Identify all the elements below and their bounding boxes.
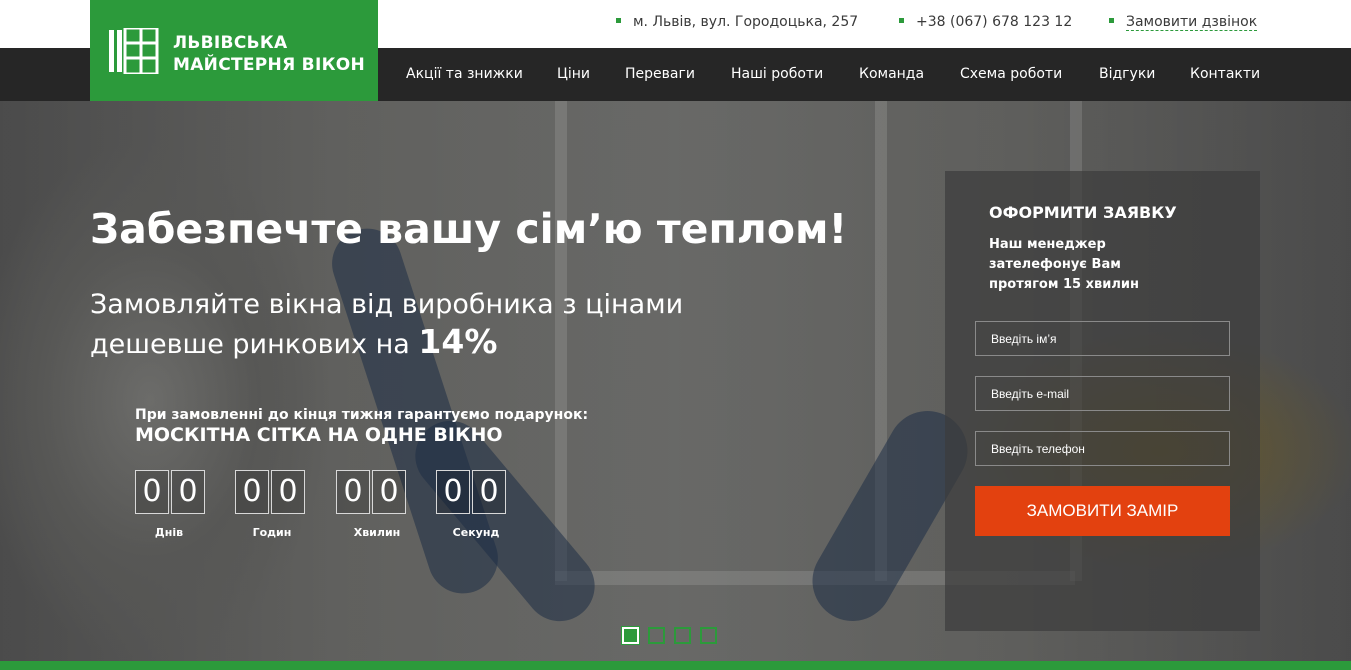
order-measurement-button[interactable]: ЗАМОВИТИ ЗАМІР (975, 486, 1230, 536)
name-input[interactable] (975, 321, 1230, 356)
timer-digit: 0 (372, 470, 406, 514)
nav-item-contacts[interactable]: Контакти (1190, 66, 1260, 82)
timer-label-minutes: Хвилин (353, 526, 401, 539)
timer-digit: 0 (472, 470, 506, 514)
nav-item-our-works[interactable]: Наші роботи (731, 66, 823, 82)
nav-item-promotions[interactable]: Акції та знижки (406, 66, 523, 82)
timer-digit: 0 (436, 470, 470, 514)
callback-info[interactable]: Замовити дзвінок (1109, 14, 1258, 31)
nav-item-prices[interactable]: Ціни (557, 66, 590, 82)
discount-percent: 14% (418, 322, 498, 361)
address-info: м. Львів, вул. Городоцька, 257 (616, 14, 858, 30)
timer-label-days: Днів (154, 526, 184, 539)
callback-link[interactable]: Замовити дзвінок (1126, 14, 1258, 31)
countdown-days: 00 (135, 470, 207, 514)
bullet-icon (616, 17, 621, 23)
slider-dot-2[interactable] (648, 627, 665, 644)
phone-text[interactable]: +38 (067) 678 123 12 (916, 14, 1072, 30)
phone-input[interactable] (975, 431, 1230, 466)
gift-title: МОСКІТНА СІТКА НА ОДНЕ ВІКНО (135, 424, 503, 446)
nav-item-reviews[interactable]: Відгуки (1099, 66, 1155, 82)
hero-subtitle: Замовляйте вікна від виробника з цінами … (90, 286, 683, 363)
hero-slider: Забезпечте вашу сім’ю теплом! Замовляйте… (0, 101, 1351, 661)
countdown-minutes: 00 (336, 470, 408, 514)
timer-label-seconds: Секунд (452, 526, 500, 539)
timer-digit: 0 (171, 470, 205, 514)
bullet-icon (899, 17, 904, 23)
form-description: Наш менеджер зателефонує Вам протягом 15… (989, 237, 1139, 292)
logo-line-2: МАЙСТЕРНЯ ВІКОН (173, 55, 366, 75)
bottom-accent-bar (0, 661, 1351, 670)
site-logo[interactable]: ЛЬВІВСЬКА МАЙСТЕРНЯ ВІКОН (90, 0, 378, 101)
timer-digit: 0 (271, 470, 305, 514)
slider-dot-3[interactable] (674, 627, 691, 644)
timer-label-hours: Годин (252, 526, 292, 539)
bullet-icon (1109, 17, 1114, 23)
nav-item-advantages[interactable]: Переваги (625, 66, 695, 82)
countdown-hours: 00 (235, 470, 307, 514)
logo-line-1: ЛЬВІВСЬКА (173, 33, 288, 53)
countdown-seconds: 00 (436, 470, 508, 514)
slider-pagination (622, 627, 726, 648)
hero-title: Забезпечте вашу сім’ю теплом! (90, 205, 848, 253)
order-form: ОФОРМИТИ ЗАЯВКУ Наш менеджер зателефонує… (945, 171, 1260, 631)
email-input[interactable] (975, 376, 1230, 411)
form-title: ОФОРМИТИ ЗАЯВКУ (989, 203, 1177, 222)
address-text: м. Львів, вул. Городоцька, 257 (633, 14, 859, 30)
gift-note: При замовленні до кінця тижня гарантуємо… (135, 407, 589, 423)
timer-digit: 0 (235, 470, 269, 514)
slider-dot-4[interactable] (700, 627, 717, 644)
phone-info[interactable]: +38 (067) 678 123 12 (899, 14, 1072, 30)
timer-digit: 0 (135, 470, 169, 514)
window-building-icon (109, 28, 159, 74)
slider-dot-1[interactable] (622, 627, 639, 644)
hero-subtitle-line-2: дешевше ринкових на 14% (90, 323, 683, 363)
timer-digit: 0 (336, 470, 370, 514)
nav-item-team[interactable]: Команда (859, 66, 924, 82)
logo-text: ЛЬВІВСЬКА МАЙСТЕРНЯ ВІКОН (173, 32, 365, 76)
nav-item-work-scheme[interactable]: Схема роботи (960, 66, 1062, 82)
hero-subtitle-line-1: Замовляйте вікна від виробника з цінами (90, 289, 684, 320)
hero-subtitle-text: дешевше ринкових на (90, 329, 410, 360)
